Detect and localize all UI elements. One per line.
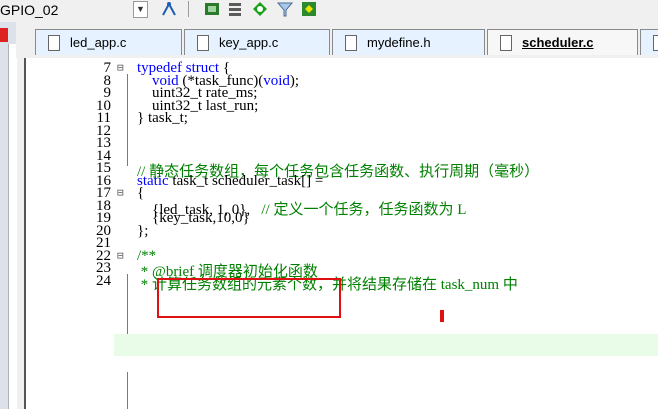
run-icon[interactable] <box>300 1 318 17</box>
debug-icon[interactable] <box>251 1 269 17</box>
fold-guide <box>127 274 128 334</box>
dropdown-arrow-icon[interactable]: ▼ <box>133 1 148 18</box>
tab-led-app[interactable]: led_app.c <box>35 29 182 55</box>
filter-icon[interactable] <box>276 1 294 17</box>
toolbar: GPIO_02 ▼ <box>0 0 658 22</box>
line-number-gutter: 7 8 9 10 11 12 13 14 15 16 17 18 19 20 21 22 23 24 <box>26 58 114 409</box>
tab-mydefine[interactable]: mydefine.h <box>332 29 485 55</box>
text-cursor <box>440 310 444 322</box>
target-select[interactable]: GPIO_02 <box>0 2 58 18</box>
fold-toggle-icon[interactable]: ⊟ <box>117 61 124 74</box>
code-line[interactable]: }; <box>137 223 148 240</box>
project-tree-edge <box>8 44 17 409</box>
pack-installer-icon[interactable] <box>203 1 221 17</box>
toolbar-separator <box>188 1 189 17</box>
code-line[interactable]: static task_t scheduler_task[] = <box>137 173 323 190</box>
current-line-highlight <box>112 334 658 356</box>
file-icon <box>345 35 357 51</box>
code-line[interactable]: } task_t; <box>137 110 188 127</box>
tab-key-app[interactable]: key_app.c <box>184 29 330 55</box>
tab-next[interactable] <box>640 29 658 55</box>
code-line[interactable]: {key_task,10,0} <box>137 210 250 227</box>
panel-close-icon[interactable] <box>0 28 8 42</box>
manage-components-icon[interactable] <box>226 1 244 17</box>
fold-toggle-icon[interactable]: ⊟ <box>117 249 124 262</box>
line-number: 24 <box>96 272 111 289</box>
annotation-box <box>157 278 341 318</box>
file-icon <box>500 35 512 51</box>
file-icon <box>197 35 209 51</box>
build-target-icon[interactable] <box>160 1 178 17</box>
editor-tabbar: led_app.c key_app.c mydefine.h scheduler… <box>16 22 658 58</box>
file-icon <box>653 35 658 51</box>
tab-scheduler[interactable]: scheduler.c <box>487 29 638 55</box>
fold-guide <box>127 74 128 166</box>
fold-toggle-icon[interactable]: ⊟ <box>117 186 124 199</box>
code-editor[interactable]: 7 8 9 10 11 12 13 14 15 16 17 18 19 20 21 22 23 24 typede… <box>24 58 658 409</box>
fold-guide <box>127 372 128 409</box>
project-panel-edge <box>0 22 17 409</box>
file-icon <box>48 35 60 51</box>
